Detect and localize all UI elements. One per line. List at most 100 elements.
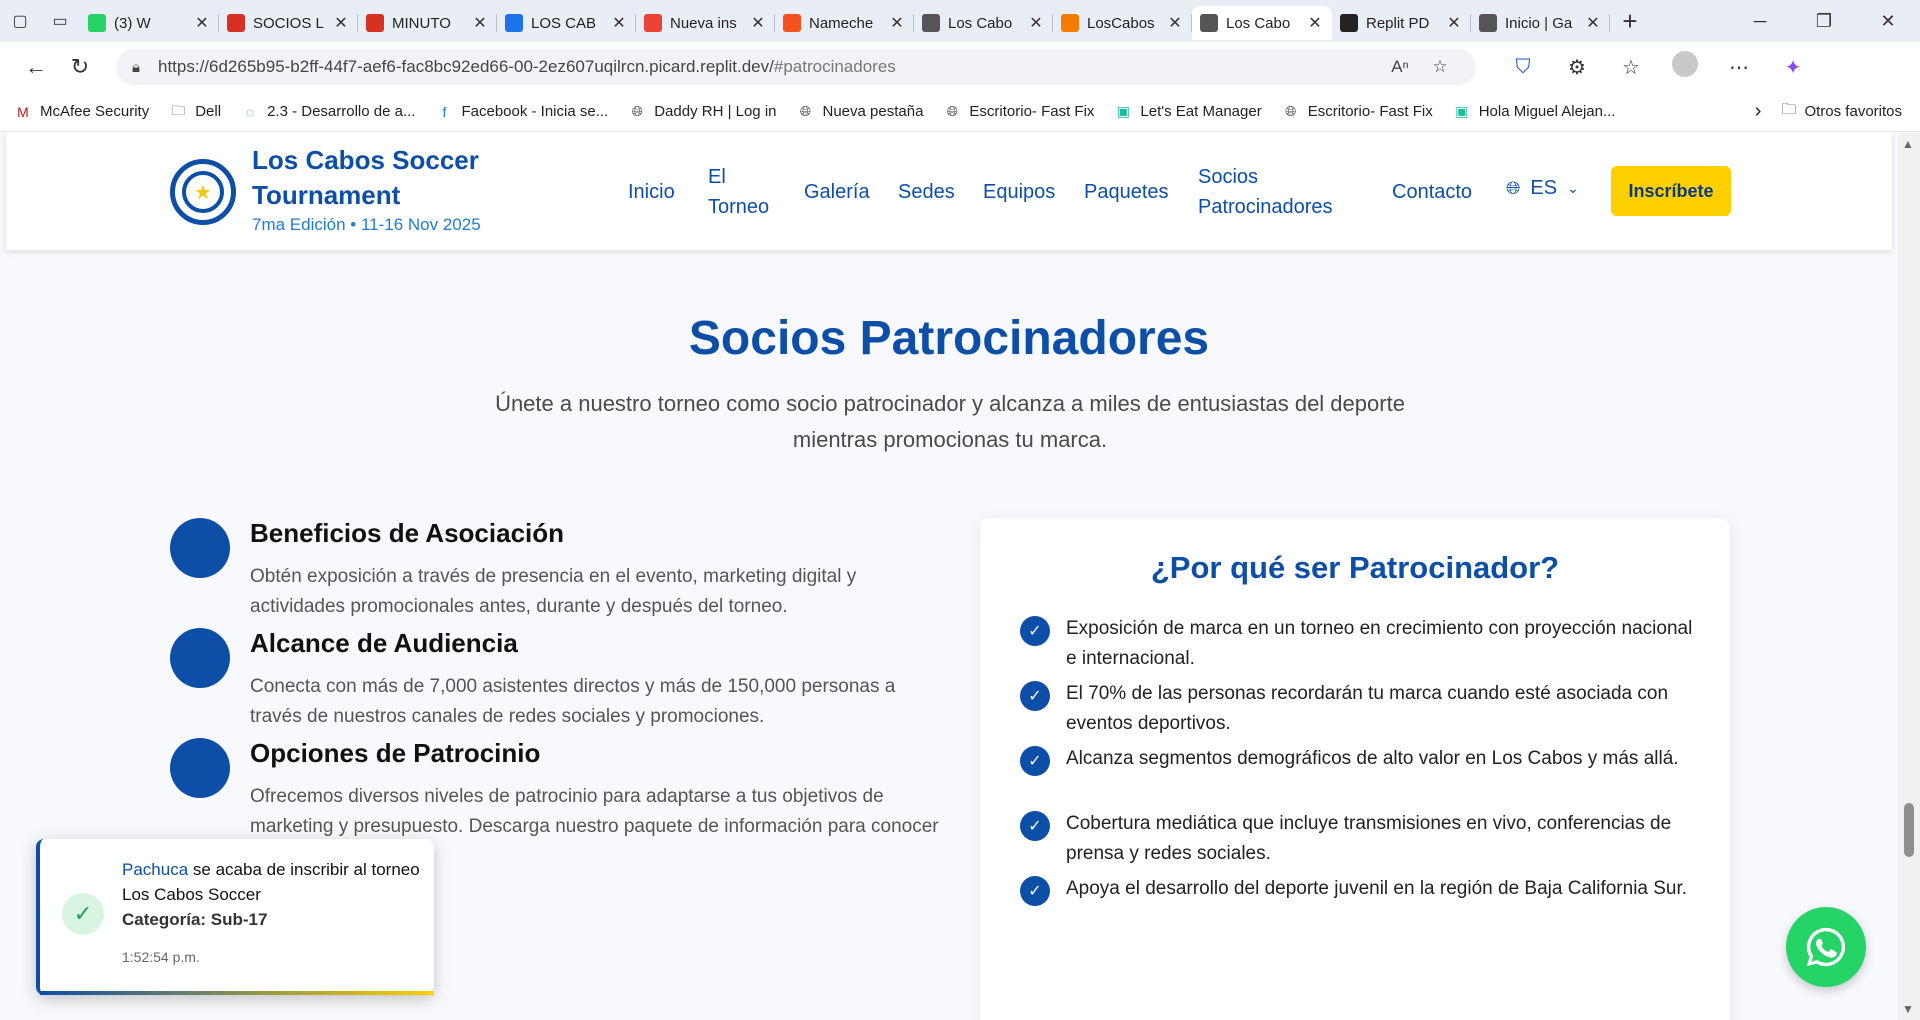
tab-title: (3) W [114,14,151,32]
feature-icon [170,518,230,578]
site-brand[interactable]: Los Cabos Soccer Tournament [252,143,479,213]
bookmark-item[interactable]: 🌐︎ Escritorio- Fast Fix [943,103,1095,121]
language-selector[interactable]: 🌐︎ ES ⌄ [1506,177,1579,200]
close-tab-icon[interactable]: ✕ [471,13,489,33]
nav-socios-patrocinadores[interactable]: Socios Patrocinadores [1198,162,1333,222]
browser-tab[interactable]: Los Cabo ✕ [1192,6,1332,40]
copilot-icon[interactable]: ✦ [1766,55,1820,80]
openai-icon [1340,14,1358,32]
whatsapp-button[interactable] [1786,907,1866,987]
tab-title: Los Cabo [1226,14,1291,32]
workspaces-icon[interactable]: ▢ [0,0,40,42]
restore-icon[interactable]: ❐ [1792,11,1856,32]
bookmarks-bar: M McAfee Security 🗀 Dell ◌ 2.3 - Desarrollo d… [0,92,1920,132]
browser-tab[interactable]: Nameche ✕ [775,6,914,40]
nav-el-torneo[interactable]: El Torneo [708,162,769,222]
bookmark-item[interactable]: 🌐︎ Escritorio- Fast Fix [1282,103,1433,121]
tab-separator [1609,14,1610,32]
mcafee-icon: M [17,103,29,120]
site-logo[interactable]: ★ [170,159,236,225]
lock-icon[interactable]: 🔒︎ [132,59,140,76]
tab-title: LOS CAB [531,14,597,32]
browser-tab[interactable]: Nueva ins ✕ [636,6,775,40]
refresh-icon[interactable]: ↻ [58,54,102,80]
other-favorites-label: Otros favoritos [1804,103,1902,120]
tab-title: Nameche [809,14,874,32]
browser-tab[interactable]: (3) W ✕ [80,6,219,40]
close-tab-icon[interactable]: ✕ [332,13,350,33]
doc-icon [505,14,523,32]
browser-tab[interactable]: SOCIOS L ✕ [219,6,358,40]
nav-equipos[interactable]: Equipos [983,177,1055,207]
nav-inicio[interactable]: Inicio [628,177,675,207]
close-tab-icon[interactable]: ✕ [1445,13,1463,33]
chevron-right-icon[interactable]: › [1755,100,1762,123]
bookmark-item[interactable]: f Facebook - Inicia se... [435,103,609,121]
bookmark-item[interactable]: 🌐︎ Nueva pestaña [797,103,924,121]
close-tab-icon[interactable]: ✕ [193,13,211,33]
reason-text: El 70% de las personas recordarán tu mar… [1066,683,1669,734]
bookmark-item[interactable]: M McAfee Security [14,103,149,121]
browser-tab[interactable]: LosCabos ✕ [1053,6,1192,40]
favorites-icon[interactable]: ☆ [1604,55,1658,80]
close-tab-icon[interactable]: ✕ [1584,13,1602,33]
register-button[interactable]: Inscríbete [1611,166,1731,216]
facebook-icon: f [442,103,447,120]
nav-socios-line2: Patrocinadores [1198,196,1333,218]
more-menu-icon[interactable]: ⋯ [1712,55,1766,80]
reason-text: Exposición de marca en un torneo en crec… [1066,618,1693,669]
minimize-icon[interactable]: ─ [1728,11,1792,32]
scroll-down-icon[interactable]: ▼ [1902,1002,1914,1016]
scrollbar-thumb[interactable] [1904,803,1914,857]
close-tab-icon[interactable]: ✕ [749,13,767,33]
feature-icon [170,738,230,798]
close-tab-icon[interactable]: ✕ [610,13,628,33]
browser-tab[interactable]: Los Cabo ✕ [914,6,1053,40]
bookmark-item[interactable]: ▣ Hola Miguel Alejan... [1453,103,1616,121]
close-tab-icon[interactable]: ✕ [1166,13,1184,33]
app-icon [1061,14,1079,32]
close-tab-icon[interactable]: ✕ [1306,13,1324,33]
globe-icon: 🌐︎ [631,103,643,119]
folder-icon: 🗀 [1781,101,1797,118]
close-tab-icon[interactable]: ✕ [1027,13,1045,33]
read-aloud-icon[interactable]: Aⁿ [1380,57,1420,77]
app-icon: ▣ [1455,103,1469,119]
browser-tab[interactable]: MINUTO ✕ [358,6,497,40]
bookmark-label: Hola Miguel Alejan... [1478,103,1616,120]
check-circle-icon: ✓ [62,893,104,935]
browser-tab[interactable]: Inicio | Ga ✕ [1471,6,1610,40]
bookmark-item[interactable]: 🌐︎ Daddy RH | Log in [628,103,777,121]
shield-icon[interactable]: ⛉ [1496,56,1550,79]
page-scrollbar[interactable]: ▲ ▼ [1898,133,1920,1020]
profile-avatar[interactable] [1658,51,1712,83]
other-favorites[interactable]: 🗀 Otros favoritos [1781,99,1902,124]
bookmark-label: Nueva pestaña [822,103,924,120]
nav-contacto[interactable]: Contacto [1392,177,1472,207]
favorite-star-icon[interactable]: ☆ [1420,57,1460,77]
nav-sedes[interactable]: Sedes [898,177,955,207]
tab-actions-icon[interactable]: ▭ [40,0,80,42]
bookmark-label: Let's Eat Manager [1140,103,1262,120]
registration-toast[interactable]: ✓ Pachuca se acaba de inscribir al torne… [36,839,434,995]
check-icon: ✓ [1020,746,1050,776]
extensions-icon[interactable]: ⚙ [1550,55,1604,80]
bookmark-item[interactable]: ▣ Let's Eat Manager [1114,103,1262,121]
nav-paquetes[interactable]: Paquetes [1084,177,1169,207]
feature-title: Beneficios de Asociación [250,518,565,548]
url-field[interactable]: 🔒︎ https://6d265b95-b2ff-44f7-aef6-fac8b… [116,49,1476,85]
address-bar-row: ← ↻ 🔒︎ https://6d265b95-b2ff-44f7-aef6-f… [0,42,1920,92]
bookmark-item[interactable]: ◌ 2.3 - Desarrollo de a... [241,103,416,121]
scroll-up-icon[interactable]: ▲ [1902,137,1914,151]
check-icon: ✓ [1020,616,1050,646]
close-tab-icon[interactable]: ✕ [888,13,906,33]
new-tab-button[interactable]: + [1610,6,1650,37]
nav-galeria[interactable]: Galería [804,177,870,207]
browser-tab[interactable]: Replit PD ✕ [1332,6,1471,40]
back-icon[interactable]: ← [14,54,58,80]
close-window-icon[interactable]: ✕ [1856,11,1920,32]
toast-progress-bar [40,991,434,995]
bookmark-item[interactable]: 🗀 Dell [169,102,221,121]
toast-message: Pachuca se acaba de inscribir al torneo … [122,857,422,932]
browser-tab[interactable]: LOS CAB ✕ [497,6,636,40]
